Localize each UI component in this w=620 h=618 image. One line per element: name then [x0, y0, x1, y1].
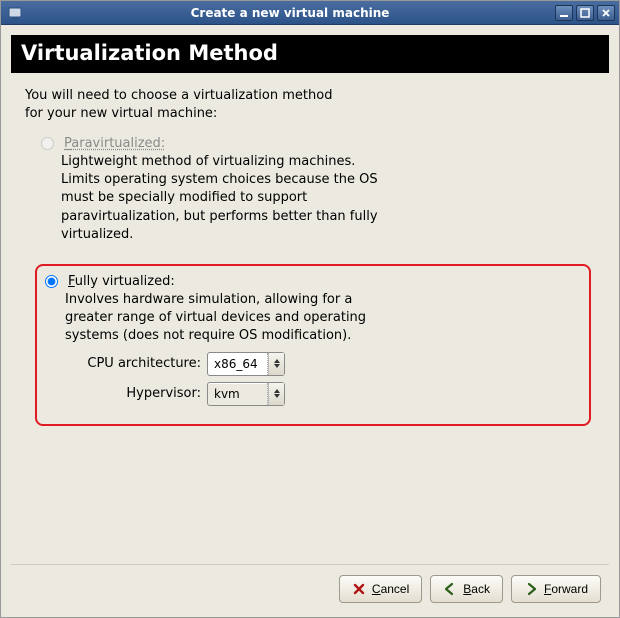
spinner-arrows-icon — [268, 353, 284, 375]
hypervisor-row: Hypervisor: kvm — [85, 382, 579, 406]
cpu-arch-value: x86_64 — [208, 353, 268, 375]
option-fully-virtualized: Fully virtualized: Involves hardware sim… — [35, 264, 591, 426]
radio-paravirtualized-label: Paravirtualized: — [64, 136, 165, 151]
back-icon — [443, 582, 457, 596]
dialog-window: Create a new virtual machine Virtualizat… — [0, 0, 620, 618]
titlebar[interactable]: Create a new virtual machine — [1, 1, 619, 25]
cpu-arch-label: CPU architecture: — [85, 356, 201, 371]
cancel-label: Cancel — [372, 582, 409, 596]
fully-desc: Involves hardware simulation, allowing f… — [65, 291, 385, 346]
hypervisor-label: Hypervisor: — [85, 386, 201, 401]
maximize-button[interactable] — [576, 5, 594, 21]
radio-paravirtualized — [41, 137, 54, 150]
forward-button[interactable]: Forward — [511, 575, 601, 603]
back-button[interactable]: Back — [430, 575, 503, 603]
button-bar: Cancel Back Forward — [11, 564, 609, 613]
cancel-button[interactable]: Cancel — [339, 575, 422, 603]
hypervisor-combo[interactable]: kvm — [207, 382, 285, 406]
option-paravirtualized: Paravirtualized: Lightweight method of v… — [35, 130, 591, 258]
paravirtualized-desc: Lightweight method of virtualizing machi… — [61, 153, 381, 244]
intro-line1: You will need to choose a virtualization… — [25, 88, 332, 103]
spinner-arrows-icon — [268, 383, 284, 405]
radio-fully-row[interactable]: Fully virtualized: — [45, 274, 579, 289]
back-label: Back — [463, 582, 490, 596]
forward-label: Forward — [544, 582, 588, 596]
intro-text: You will need to choose a virtualization… — [25, 87, 609, 122]
intro-line2: for your new virtual machine: — [25, 106, 217, 121]
cancel-icon — [352, 582, 366, 596]
minimize-button[interactable] — [555, 5, 573, 21]
forward-icon — [524, 582, 538, 596]
hypervisor-value: kvm — [208, 383, 268, 405]
content-area: Virtualization Method You will need to c… — [1, 25, 619, 617]
options-group: Paravirtualized: Lightweight method of v… — [35, 130, 591, 432]
radio-paravirtualized-row: Paravirtualized: — [41, 136, 585, 151]
page-heading: Virtualization Method — [11, 35, 609, 73]
radio-fully-virtualized[interactable] — [45, 275, 58, 288]
close-button[interactable] — [597, 5, 615, 21]
window-controls — [555, 5, 615, 21]
app-icon — [5, 5, 25, 21]
window-title: Create a new virtual machine — [25, 6, 555, 20]
fully-fields: CPU architecture: x86_64 Hypervisor: kvm — [85, 352, 579, 406]
cpu-arch-combo[interactable]: x86_64 — [207, 352, 285, 376]
radio-fully-label: Fully virtualized: — [68, 274, 175, 289]
cpu-arch-row: CPU architecture: x86_64 — [85, 352, 579, 376]
